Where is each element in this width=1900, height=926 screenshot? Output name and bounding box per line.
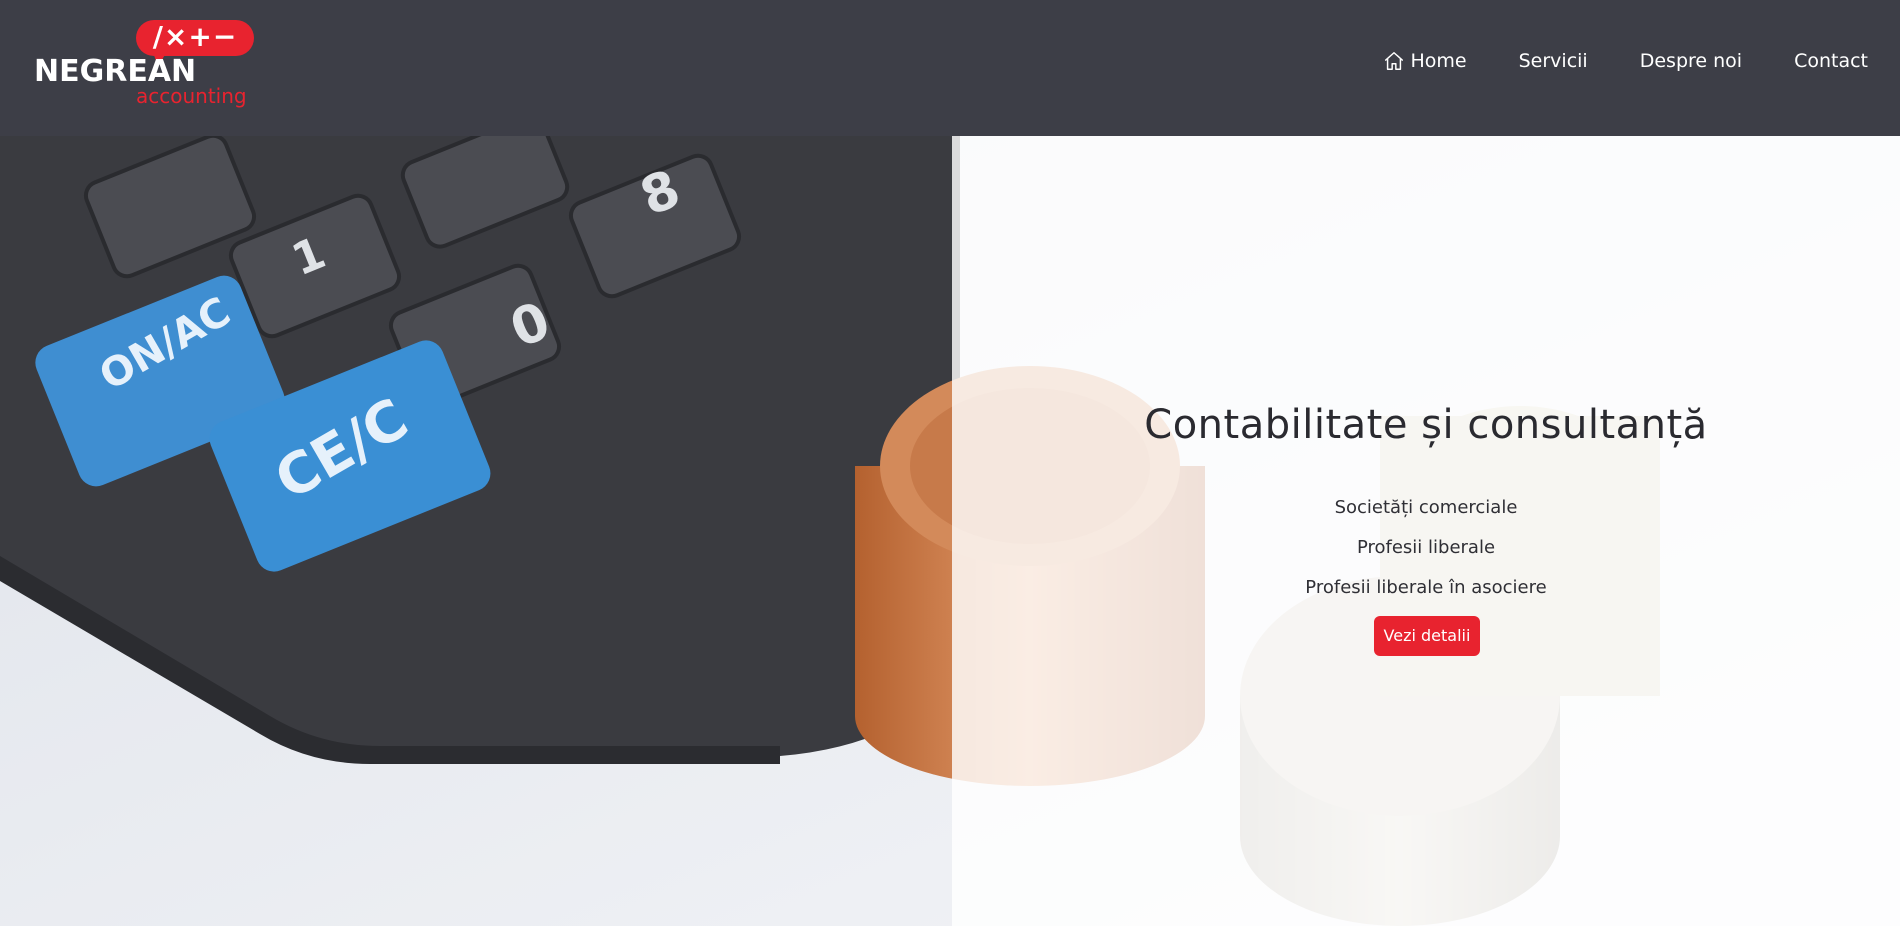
site-header: /×+− NEGREAN accounting Home Servicii De…: [0, 0, 1900, 136]
nav-contact[interactable]: Contact: [1794, 50, 1868, 72]
nav-servicii[interactable]: Servicii: [1519, 50, 1588, 72]
nav-home[interactable]: Home: [1383, 50, 1467, 72]
hero-section: 1 0 8 ON/AC CE/C Contabilitate și consul…: [0, 136, 1900, 926]
nav-servicii-label: Servicii: [1518, 50, 1588, 72]
logo-operators: /×+−: [152, 20, 238, 53]
nav-home-label: Home: [1410, 50, 1467, 72]
main-nav: Home Servicii Despre noi Contact: [1383, 50, 1868, 72]
hero-headline: Contabilitate și consultanță: [1144, 402, 1708, 448]
logo[interactable]: /×+− NEGREAN accounting: [34, 20, 264, 112]
logo-subtitle: accounting: [136, 84, 247, 108]
hero-content: Contabilitate și consultanță Societăți c…: [952, 136, 1900, 926]
service-item: Profesii liberale în asociere: [1305, 577, 1547, 598]
service-item: Profesii liberale: [1356, 537, 1496, 558]
nav-despre-noi[interactable]: Despre noi: [1640, 50, 1742, 72]
home-icon: [1384, 52, 1403, 70]
nav-contact-label: Contact: [1794, 50, 1868, 72]
service-item: Societăți comerciale: [1334, 497, 1518, 518]
details-button[interactable]: Vezi detalii: [1374, 616, 1480, 656]
services-list: Societăți comerciale Profesii liberale P…: [952, 488, 1900, 608]
nav-despre-noi-label: Despre noi: [1639, 50, 1743, 72]
